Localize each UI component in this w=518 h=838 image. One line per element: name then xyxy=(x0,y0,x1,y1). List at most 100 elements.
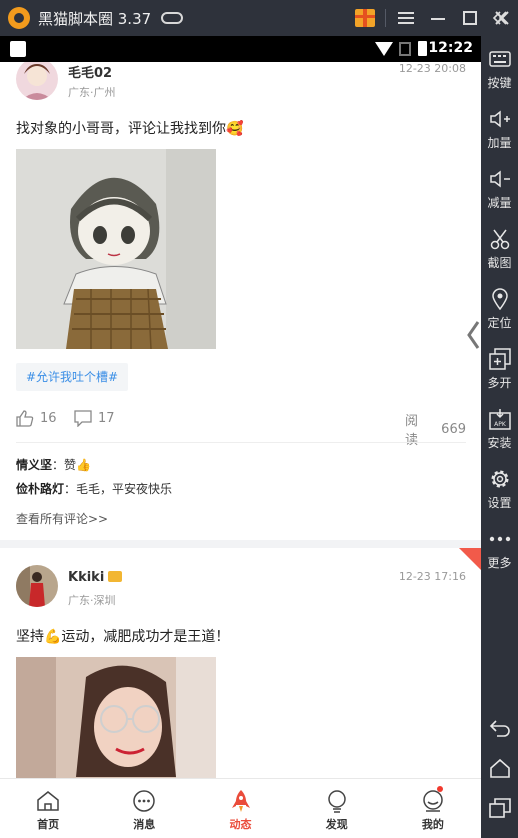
post-image[interactable] xyxy=(16,657,216,778)
message-icon xyxy=(131,788,157,814)
comment-text: 赞👍 xyxy=(64,458,91,472)
emulator-titlebar: 黑猫脚本圈 3.37 xyxy=(0,0,518,36)
chevron-left-icon[interactable] xyxy=(466,320,480,350)
sidebar-item-label: 安装 xyxy=(487,436,512,450)
user-location: 广东·深圳 xyxy=(68,594,116,607)
comment-separator: ： xyxy=(64,482,77,496)
sidebar-item-volume-down[interactable]: 减量 xyxy=(481,160,518,220)
sidebar-item-more[interactable]: 更多 xyxy=(481,520,518,580)
comment-item[interactable]: 俭朴路灯：毛毛，平安夜快乐 xyxy=(16,480,172,497)
maximize-icon xyxy=(463,11,477,25)
collapse-sidebar-button[interactable] xyxy=(481,0,518,36)
post-time: 12-23 17:16 xyxy=(398,570,466,583)
volume-down-icon xyxy=(489,168,511,190)
commenter-name[interactable]: 俭朴路灯 xyxy=(16,482,64,496)
username-row: Kkiki xyxy=(68,570,123,585)
topic-tag[interactable]: #允许我吐个槽# xyxy=(16,363,129,391)
post-time: 12-23 20:08 xyxy=(398,62,466,75)
recent-apps-button[interactable] xyxy=(481,790,518,826)
sidebar-item-location[interactable]: 定位 xyxy=(481,280,518,340)
discover-icon xyxy=(324,788,350,814)
sidebar-item-label: 减量 xyxy=(487,196,512,210)
android-status-bar: 12:22 xyxy=(0,36,481,62)
divider-line xyxy=(16,442,466,443)
tab-home[interactable]: 首页 xyxy=(0,779,96,838)
back-button[interactable] xyxy=(481,710,518,746)
tab-messages[interactable]: 消息 xyxy=(96,779,192,838)
sidebar-item-label: 截图 xyxy=(487,256,512,270)
post-actions: 16 17 阅读 669 xyxy=(16,410,466,448)
post-card[interactable]: Kkiki 广东·深圳 12-23 17:16 坚持💪运动，减肥成功才是王道！ xyxy=(0,548,481,778)
recent-apps-icon xyxy=(488,798,511,818)
commenter-name[interactable]: 情义坚 xyxy=(16,458,52,472)
minimize-button[interactable] xyxy=(422,0,454,36)
battery-icon xyxy=(418,41,427,56)
minimize-icon xyxy=(431,18,445,20)
svg-text:APK: APK xyxy=(494,421,507,428)
gamepad-icon[interactable] xyxy=(161,12,184,24)
comment-button[interactable]: 17 xyxy=(74,410,115,427)
username[interactable]: Kkiki xyxy=(68,570,104,585)
sidebar-item-keys[interactable]: 按键 xyxy=(481,40,518,100)
like-count: 16 xyxy=(40,411,57,426)
avatar[interactable] xyxy=(16,565,58,607)
see-all-comments-link[interactable]: 查看所有评论>> xyxy=(16,510,108,527)
post-content: 找对象的小哥哥，评论让我找到你🥰 xyxy=(16,121,244,137)
tab-label: 消息 xyxy=(133,818,156,831)
sidebar-item-label: 按键 xyxy=(487,76,512,90)
thumbs-up-icon xyxy=(16,410,34,427)
menu-button[interactable] xyxy=(390,0,422,36)
sidebar-item-label: 多开 xyxy=(487,376,512,390)
tab-feed[interactable]: 动态 xyxy=(192,779,288,838)
bottom-nav: 首页 消息 动态 发现 我的 xyxy=(0,778,481,838)
tab-label: 首页 xyxy=(37,818,60,831)
username[interactable]: 毛毛02 xyxy=(68,62,112,81)
scissors-icon xyxy=(489,228,511,250)
comment-text: 毛毛，平安夜快乐 xyxy=(76,482,173,496)
home-button[interactable] xyxy=(481,750,518,786)
read-value: 669 xyxy=(441,421,466,437)
multi-window-icon xyxy=(488,348,511,370)
feed-list[interactable]: 毛毛02 广东·广州 12-23 20:08 找对象的小哥哥，评论让我找到你🥰 xyxy=(0,62,481,778)
volume-up-icon xyxy=(489,108,511,130)
profile-icon xyxy=(420,788,446,814)
back-icon xyxy=(489,720,510,737)
tab-discover[interactable]: 发现 xyxy=(289,779,385,838)
emulator-title: 黑猫脚本圈 3.37 xyxy=(38,9,152,28)
corner-badge xyxy=(459,548,481,570)
tab-label: 发现 xyxy=(325,818,348,831)
sidebar-item-label: 加量 xyxy=(487,136,512,150)
post-card[interactable]: 毛毛02 广东·广州 12-23 20:08 找对象的小哥哥，评论让我找到你🥰 xyxy=(0,62,481,542)
home-icon xyxy=(35,788,61,814)
avatar[interactable] xyxy=(16,62,58,100)
gift-button[interactable] xyxy=(349,0,381,36)
post-divider xyxy=(0,540,481,548)
sidebar-item-multi-instance[interactable]: 多开 xyxy=(481,340,518,400)
tab-label: 动态 xyxy=(229,818,252,831)
sidebar-item-settings[interactable]: 设置 xyxy=(481,460,518,520)
comment-count: 17 xyxy=(98,411,115,426)
titlebar-divider xyxy=(385,9,386,27)
post-image[interactable] xyxy=(16,149,216,349)
tab-label: 我的 xyxy=(421,818,444,831)
double-chevron-left-icon xyxy=(492,11,507,25)
crown-icon xyxy=(108,571,123,582)
sidebar-item-screenshot[interactable]: 截图 xyxy=(481,220,518,280)
keyboard-icon xyxy=(488,48,511,70)
gift-icon xyxy=(355,9,375,27)
like-button[interactable]: 16 xyxy=(16,410,57,427)
comment-item[interactable]: 情义坚：赞👍 xyxy=(16,456,91,473)
sidebar-item-label: 设置 xyxy=(487,496,512,510)
phone-screen: 12:22 毛毛02 广东·广州 12-23 20:08 找对象的小哥哥，评论让… xyxy=(0,36,481,838)
comment-icon xyxy=(74,410,92,427)
tab-profile[interactable]: 我的 xyxy=(385,779,481,838)
sidebar-item-label: 更多 xyxy=(487,556,512,570)
wifi-icon xyxy=(375,42,393,56)
rocket-icon xyxy=(228,788,254,814)
home-icon xyxy=(489,758,510,778)
sidebar-item-volume-up[interactable]: 加量 xyxy=(481,100,518,160)
sidebar-item-label: 定位 xyxy=(487,316,512,330)
more-dots-icon xyxy=(489,528,511,550)
sidebar-item-install[interactable]: APK 安装 xyxy=(481,400,518,460)
hamburger-icon xyxy=(398,12,414,24)
